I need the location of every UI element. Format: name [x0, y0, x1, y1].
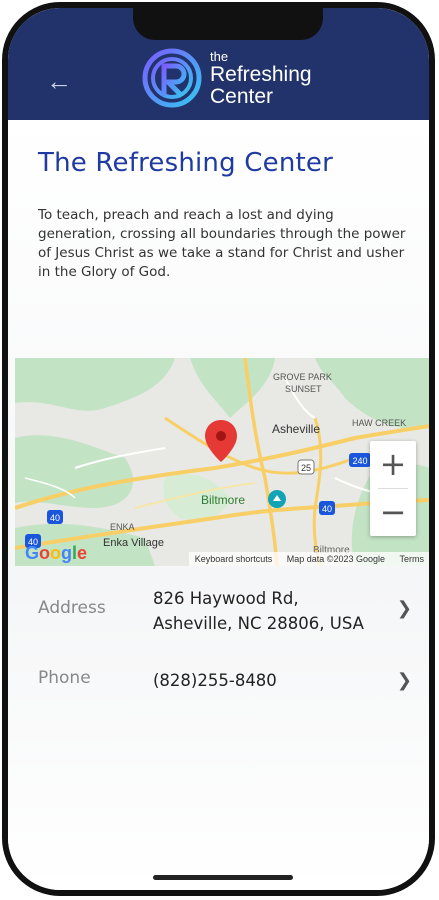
map-label-asheville: Asheville [272, 422, 320, 436]
map-footer: Google Keyboard shortcuts Map data ©2023… [15, 543, 430, 566]
home-indicator[interactable] [153, 875, 293, 880]
logo-line-1: Refreshing [210, 63, 312, 86]
page-description: To teach, preach and reach a lost and dy… [38, 207, 406, 280]
logo-line-2: Center [210, 85, 274, 108]
map-label-enka-village: Enka Village [103, 537, 164, 549]
address-line-2: Asheville, NC 28806, USA [153, 614, 364, 633]
chevron-right-icon: ❯ [396, 670, 412, 691]
phone-row[interactable]: Phone (828)255-8480 ❯ [32, 668, 412, 698]
page-content: The Refreshing Center To teach, preach a… [8, 120, 429, 890]
google-letter: e [77, 543, 88, 563]
address-row[interactable]: Address 826 Haywood Rd, Asheville, NC 28… [32, 586, 412, 638]
app-logo: the Refreshing Center [140, 44, 320, 114]
map-label-biltmore: Biltmore [201, 493, 245, 507]
chevron-right-icon: ❯ [396, 598, 412, 619]
map-attribution: Keyboard shortcuts Map data ©2023 Google… [188, 552, 430, 566]
phone-frame: ← the Refreshing Center The Refreshing C… [2, 2, 435, 896]
phone-value: (828)255-8480 [153, 671, 277, 690]
google-letter: g [61, 543, 73, 563]
route-25-label: 25 [301, 463, 311, 473]
google-letter: G [25, 543, 40, 563]
map-label-sunset: SUNSET [285, 384, 322, 394]
terms-link[interactable]: Terms [394, 554, 430, 564]
map-label-haw-creek: HAW CREEK [352, 418, 406, 428]
address-label: Address [38, 598, 106, 618]
logo-small-text: the [210, 49, 229, 64]
back-arrow-icon[interactable]: ← [46, 66, 76, 96]
google-letter: o [39, 543, 51, 563]
phone-notch [133, 8, 323, 40]
map-view[interactable]: GROVE PARK SUNSET Asheville HAW CREEK Bi… [15, 358, 430, 566]
address-line-1: 826 Haywood Rd, [153, 589, 299, 608]
address-value: 826 Haywood Rd, Asheville, NC 28806, USA [153, 586, 364, 636]
zoom-in-button[interactable]: + [370, 441, 416, 488]
phone-label: Phone [38, 668, 91, 688]
map-canvas: GROVE PARK SUNSET Asheville HAW CREEK Bi… [15, 358, 429, 566]
logo-wordmark: the Refreshing Center [210, 50, 312, 108]
page-title: The Refreshing Center [38, 148, 333, 178]
map-data-text: Map data ©2023 Google [286, 554, 385, 564]
map-label-enka: ENKA [110, 522, 135, 532]
app-header: ← the Refreshing Center [8, 8, 429, 120]
route-40b-label: 40 [322, 504, 332, 514]
route-40a-label: 40 [50, 513, 60, 523]
map-label-grove-park: GROVE PARK [273, 372, 332, 382]
keyboard-shortcuts-link[interactable]: Keyboard shortcuts [189, 554, 279, 564]
logo-mark-icon [142, 48, 202, 108]
map-zoom-controls: + − [370, 441, 416, 536]
zoom-out-button[interactable]: − [370, 489, 416, 536]
google-logo: Google [25, 543, 87, 564]
route-240-label: 240 [352, 456, 367, 466]
google-letter: o [50, 543, 62, 563]
